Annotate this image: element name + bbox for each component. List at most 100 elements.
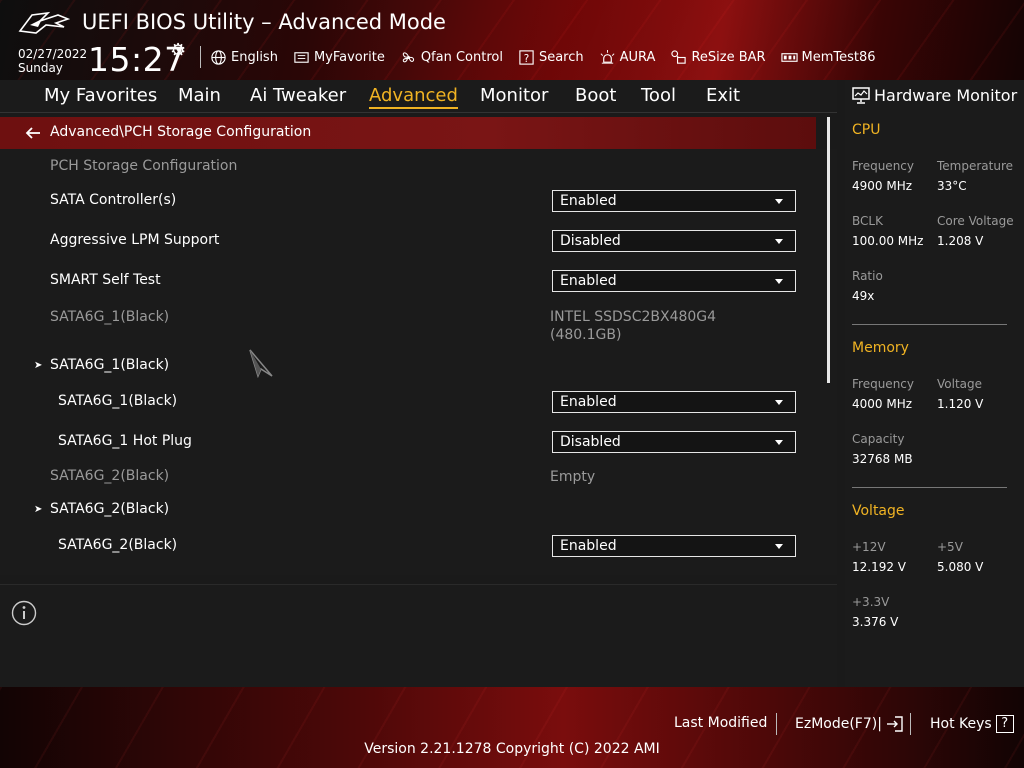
hot-keys-button[interactable]: Hot Keys ? xyxy=(930,715,1014,733)
resize-bar-button[interactable]: ReSize BAR xyxy=(670,49,766,66)
v5-value: 5.080 V xyxy=(937,560,984,574)
cpu-temperature-value: 33°C xyxy=(937,179,967,193)
language-label: English xyxy=(231,49,278,65)
version-text: Version 2.21.1278 Copyright (C) 2022 AMI xyxy=(364,741,660,757)
tab-boot[interactable]: Boot xyxy=(575,85,616,106)
settings-panel: PCH Storage Configuration SATA Controlle… xyxy=(0,149,837,575)
memory-frequency-label: Frequency xyxy=(852,377,914,391)
sata-controller-dropdown[interactable]: Enabled xyxy=(552,190,796,212)
cpu-bclk-label: BCLK xyxy=(852,214,883,228)
chevron-down-icon xyxy=(775,400,783,405)
tab-advanced[interactable]: Advanced xyxy=(369,85,458,109)
v12-label: +12V xyxy=(852,540,886,554)
aura-light-icon xyxy=(600,49,615,64)
port1-hotplug-dropdown[interactable]: Disabled xyxy=(552,431,796,453)
tab-tool[interactable]: Tool xyxy=(641,85,676,106)
globe-icon xyxy=(211,49,226,65)
app-title: UEFI BIOS Utility – Advanced Mode xyxy=(82,10,446,34)
hardware-monitor-panel: Hardware Monitor CPU Frequency 4900 MHz … xyxy=(845,80,1024,687)
ezmode-button[interactable]: EzMode(F7)| xyxy=(795,715,904,733)
cpu-core-voltage-value: 1.208 V xyxy=(937,234,984,248)
qfan-control-label: Qfan Control xyxy=(420,49,503,65)
port1-group-label[interactable]: SATA6G_1(Black) xyxy=(50,357,169,373)
day-text: Sunday xyxy=(18,61,63,75)
port1-enable-dropdown[interactable]: Enabled xyxy=(552,391,796,413)
settings-scrollbar[interactable] xyxy=(827,117,830,383)
header-bar: UEFI BIOS Utility – Advanced Mode 02/27/… xyxy=(0,0,1024,80)
cpu-frequency-value: 4900 MHz xyxy=(852,179,913,193)
port1-drive-capacity: (480.1GB) xyxy=(550,327,622,343)
qfan-control-button[interactable]: Qfan Control xyxy=(400,49,503,66)
fan-icon xyxy=(402,51,414,62)
smart-self-test-dropdown[interactable]: Enabled xyxy=(552,270,796,292)
aggressive-lpm-value: Disabled xyxy=(560,233,621,249)
hardware-monitor-title-text: Hardware Monitor xyxy=(874,86,1018,105)
sata-controller-label: SATA Controller(s) xyxy=(50,192,177,208)
v12-value: 12.192 V xyxy=(852,560,907,574)
resize-bar-label: ReSize BAR xyxy=(691,49,766,65)
rog-logo-icon xyxy=(18,11,70,34)
cpu-section-title: CPU xyxy=(852,122,881,138)
cpu-frequency-label: Frequency xyxy=(852,159,914,173)
port2-group-label[interactable]: SATA6G_2(Black) xyxy=(50,501,169,517)
tab-ai-tweaker[interactable]: Ai Tweaker xyxy=(250,85,346,106)
breadcrumb: Advanced\PCH Storage Configuration xyxy=(0,117,816,149)
resize-bar-icon xyxy=(671,49,687,64)
chevron-down-icon xyxy=(775,544,783,549)
expand-arrow-icon[interactable]: ➤ xyxy=(34,360,42,371)
section-divider xyxy=(852,487,1007,488)
last-modified-button[interactable]: Last Modified xyxy=(674,715,767,731)
footer-divider xyxy=(910,713,911,735)
header-toolbar: English MyFavorite Qfan Control ? Search… xyxy=(210,46,876,68)
aggressive-lpm-dropdown[interactable]: Disabled xyxy=(552,230,796,252)
memtest86-label: MemTest86 xyxy=(801,49,876,65)
search-button[interactable]: ? Search xyxy=(518,49,584,66)
main-tab-bar: My Favorites Main Ai Tweaker Advanced Mo… xyxy=(0,80,837,113)
memtest86-button[interactable]: MemTest86 xyxy=(780,49,876,66)
memory-voltage-label: Voltage xyxy=(937,377,983,391)
search-label: Search xyxy=(538,49,584,65)
memory-frequency-value: 4000 MHz xyxy=(852,397,913,411)
port2-enable-dropdown[interactable]: Enabled xyxy=(552,535,796,557)
tab-main[interactable]: Main xyxy=(178,85,221,106)
port1-enable-value: Enabled xyxy=(560,394,617,410)
breadcrumb-path: Advanced\PCH Storage Configuration xyxy=(50,124,312,140)
smart-self-test-value: Enabled xyxy=(560,273,617,289)
tab-my-favorites[interactable]: My Favorites xyxy=(44,85,157,106)
tab-exit[interactable]: Exit xyxy=(706,85,740,106)
memory-voltage-value: 1.120 V xyxy=(937,397,984,411)
cpu-ratio-label: Ratio xyxy=(852,269,883,283)
aura-label: AURA xyxy=(619,49,656,65)
hot-keys-label: Hot Keys xyxy=(930,716,992,732)
port1-hotplug-value: Disabled xyxy=(560,434,621,450)
ezmode-label: EzMode(F7)| xyxy=(795,716,882,732)
tab-monitor[interactable]: Monitor xyxy=(480,85,548,106)
port1-hotplug-label: SATA6G_1 Hot Plug xyxy=(58,433,192,449)
chevron-down-icon xyxy=(775,199,783,204)
cpu-bclk-value: 100.00 MHz xyxy=(852,234,924,248)
help-panel xyxy=(0,584,837,688)
chevron-down-icon xyxy=(775,239,783,244)
monitor-icon xyxy=(852,87,870,104)
myfavorite-button[interactable]: MyFavorite xyxy=(293,49,385,66)
v5-label: +5V xyxy=(937,540,963,554)
expand-arrow-icon[interactable]: ➤ xyxy=(34,504,42,515)
hardware-monitor-title: Hardware Monitor xyxy=(852,86,1017,105)
back-arrow-icon[interactable] xyxy=(24,124,42,142)
voltage-section-title: Voltage xyxy=(852,503,905,519)
memtest-icon xyxy=(780,52,798,62)
language-button[interactable]: English xyxy=(210,49,278,66)
smart-self-test-label: SMART Self Test xyxy=(50,272,161,288)
footer-divider xyxy=(776,713,777,735)
port2-info-label: SATA6G_2(Black) xyxy=(50,468,170,484)
v33-label: +3.3V xyxy=(852,595,890,609)
chevron-down-icon xyxy=(775,279,783,284)
date-text: 02/27/2022 xyxy=(18,47,88,61)
memory-section-title: Memory xyxy=(852,340,909,356)
memory-capacity-label: Capacity xyxy=(852,432,905,446)
aura-button[interactable]: AURA xyxy=(599,49,656,66)
footer-bar: Last Modified EzMode(F7)| Hot Keys ? Ver… xyxy=(0,687,1024,768)
clock-settings-gear-icon[interactable]: ⚙ xyxy=(170,40,186,61)
hot-keys-help-icon: ? xyxy=(995,715,1014,733)
info-icon xyxy=(11,600,37,626)
